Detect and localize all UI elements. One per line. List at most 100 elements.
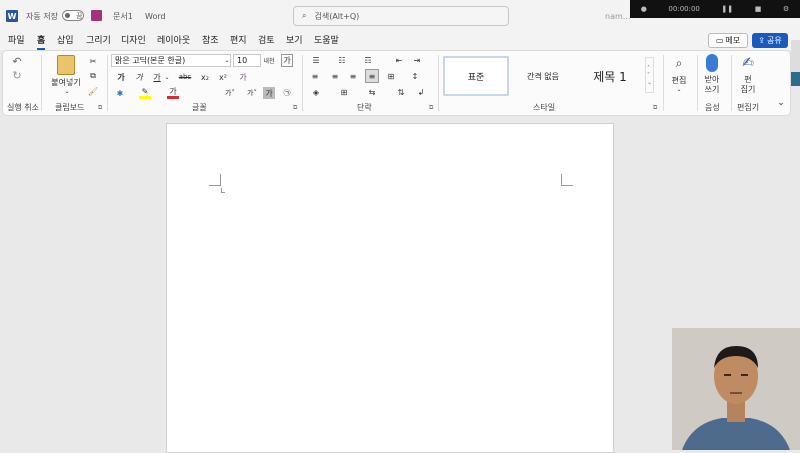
search-icon: ⌕ [302,11,307,20]
clipboard-launcher-icon[interactable]: ⧉ [98,104,102,112]
strikethrough-button[interactable]: abc [177,71,193,83]
dictate-button[interactable]: 받아 쓰기 [701,75,723,95]
borders-icon[interactable]: ⊞ [337,86,351,98]
record-dot-icon[interactable]: ● [641,5,647,13]
enclose-char-button[interactable]: ㉠ [281,87,293,99]
pause-icon[interactable]: ❚❚ [721,5,733,13]
tab-mailings[interactable]: 편지 [230,32,247,50]
editor-button[interactable]: 편 집기 [737,75,759,95]
tab-home[interactable]: 홈 [37,32,46,50]
autosave-label: 자동 저장 [26,11,58,21]
paragraph-group-label: 단락 [357,103,372,112]
text-effects-icon[interactable]: ✱ [113,87,127,99]
char-shading-button[interactable]: 가 [263,87,275,99]
undo-group-label: 실행 취소 [7,103,39,112]
copy-icon[interactable]: ⧉ [87,70,99,82]
align-right-icon[interactable]: ≡ [347,70,359,82]
distributed-icon[interactable]: ⊞ [385,70,397,82]
show-marks-icon[interactable]: ↲ [415,86,427,98]
bold-button[interactable]: 가 [115,71,127,83]
multilevel-list-icon[interactable]: ☶ [361,54,375,66]
char-border-button[interactable]: 가 [281,54,293,67]
bullets-icon[interactable]: ☰ [309,54,323,66]
redo-icon[interactable]: ↻ [11,69,23,82]
tab-view[interactable]: 보기 [286,32,303,50]
phonetic-guide-button[interactable]: 내천 [263,54,275,67]
styles-gallery: 표준 간격 없음 제목 1 [443,56,658,98]
editor-icon[interactable]: ✍ [739,54,757,72]
save-icon[interactable] [91,10,102,21]
highlight-icon[interactable]: ✎ [139,87,151,99]
font-family-select[interactable]: 맑은 고딕(본문 한글) [111,54,231,67]
font-size-select[interactable]: 10 [233,54,261,67]
voice-group-label: 음성 [705,103,720,112]
tab-insert[interactable]: 삽입 [57,32,74,50]
numbering-icon[interactable]: ☷ [335,54,349,66]
clear-formatting-button[interactable]: 가 [237,71,249,83]
user-name[interactable]: nam... [605,0,630,32]
share-label: 공유 [766,36,782,45]
paste-dropdown-icon[interactable]: ⌄ [63,87,71,95]
decrease-indent-icon[interactable]: ⇤ [393,54,405,66]
tab-draw[interactable]: 그리기 [86,32,111,50]
shrink-font-button[interactable]: 가˅ [243,87,261,99]
tab-file[interactable]: 파일 [8,32,25,50]
tab-design[interactable]: 디자인 [121,32,146,50]
menu-bar: 파일 홈 삽입 그리기 디자인 레이아웃 참조 편지 검토 보기 도움말 [0,32,800,50]
align-center-icon[interactable]: ≡ [329,70,341,82]
search-box[interactable]: ⌕ 검색(Alt+Q) [293,6,509,26]
increase-indent-icon[interactable]: ⇥ [411,54,423,66]
document-name[interactable]: 문서1 [113,0,133,32]
align-left-icon[interactable]: ≡ [309,70,321,82]
settings-icon[interactable]: ⚙ [783,5,789,13]
comments-button[interactable]: ▭ 메모 [708,33,748,48]
paste-label[interactable]: 붙여넣기 [47,77,85,87]
tab-references[interactable]: 참조 [202,32,219,50]
line-spacing-icon[interactable]: ↕ [409,70,421,82]
word-logo-icon: W [6,10,18,22]
find-icon[interactable]: ⌕ [671,55,687,71]
style-heading-1[interactable]: 제목 1 [577,56,643,96]
styles-scroll[interactable]: ˄ ˅ ⌄ [645,57,654,93]
cut-icon[interactable]: ✂ [87,55,99,67]
editing-dropdown-icon[interactable]: ⌄ [675,85,683,93]
style-no-spacing[interactable]: 간격 없음 [509,56,577,96]
clipboard-group-label: 클립보드 [55,103,85,112]
asian-layout-icon[interactable]: ⇆ [365,86,379,98]
comments-label: 메모 [725,36,741,45]
shading-icon[interactable]: ◈ [309,86,323,98]
undo-icon[interactable]: ↶ [11,55,23,68]
font-size-value: 10 [237,56,248,65]
separator [663,55,664,111]
underline-dropdown-icon[interactable]: ⌄ [163,71,171,83]
font-launcher-icon[interactable]: ⧉ [293,104,297,112]
microphone-icon[interactable] [706,54,718,72]
font-color-button[interactable]: 가 [167,87,179,99]
subscript-button[interactable]: x₂ [199,71,211,83]
grow-font-button[interactable]: 가˄ [221,87,239,99]
tab-help[interactable]: 도움말 [314,32,339,50]
styles-launcher-icon[interactable]: ⧉ [653,104,657,112]
tab-review[interactable]: 검토 [258,32,275,50]
document-page[interactable] [166,123,614,453]
paste-icon[interactable] [57,55,75,75]
separator [731,55,732,111]
italic-button[interactable]: 가 [133,71,145,83]
paragraph-launcher-icon[interactable]: ⧉ [429,104,433,112]
style-normal[interactable]: 표준 [443,56,509,96]
stop-icon[interactable]: ■ [755,5,762,13]
ribbon-collapse-icon[interactable]: ⌄ [775,97,787,109]
tab-layout[interactable]: 레이아웃 [157,32,190,50]
margin-mark-left [209,174,221,186]
paragraph-mark-icon [221,188,225,193]
font-family-dropdown-icon[interactable]: ⌄ [223,54,231,67]
editing-button[interactable]: 편집 [667,75,691,85]
sort-icon[interactable]: ⇅ [395,86,407,98]
format-painter-icon[interactable]: 🖌 [87,85,99,97]
presenter-avatar [672,328,800,450]
search-placeholder: 검색(Alt+Q) [314,11,360,21]
underline-button[interactable]: 가 [151,71,163,83]
share-button[interactable]: ⇪ 공유 [752,33,788,48]
superscript-button[interactable]: x² [217,71,229,83]
justify-icon[interactable]: ≡ [365,69,379,83]
